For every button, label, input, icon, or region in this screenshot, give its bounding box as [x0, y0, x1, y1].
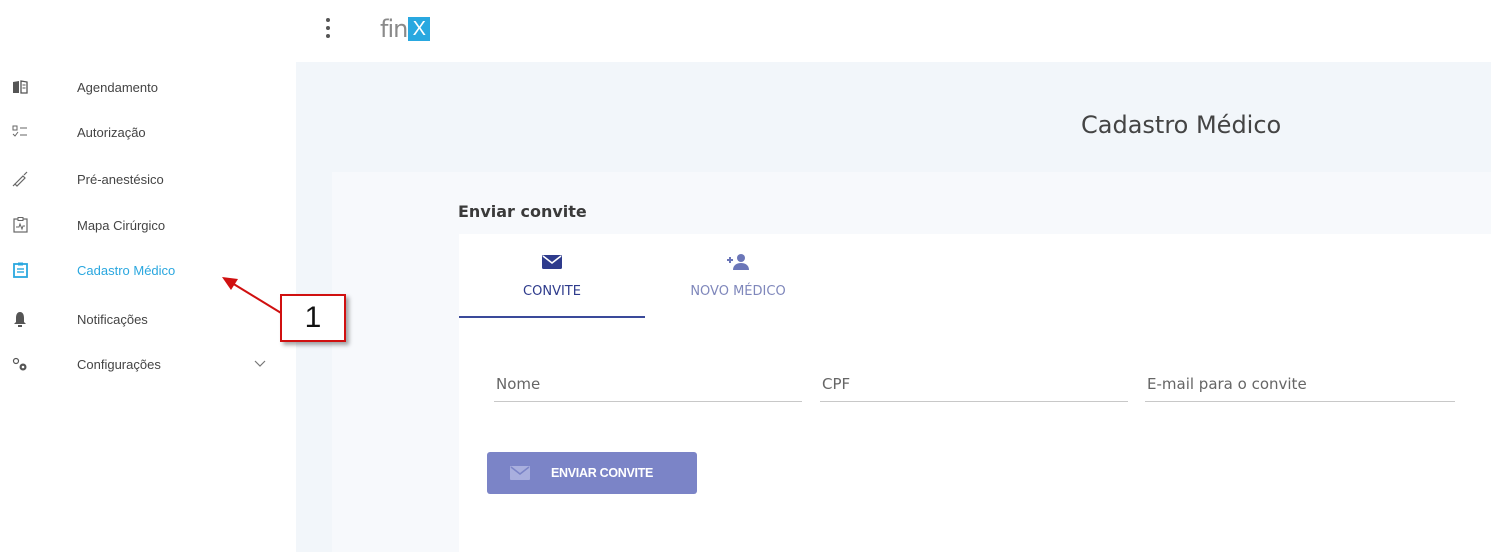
tab-novo-medico[interactable]: NOVO MÉDICO: [645, 234, 831, 318]
sidebar-item-notificacoes[interactable]: Notificações: [0, 299, 296, 339]
tab-convite[interactable]: CONVITE: [459, 234, 645, 318]
invite-card: CONVITE NOVO MÉDICO ENVIAR CONVITE: [459, 234, 1491, 552]
sidebar-item-label: Configurações: [77, 356, 161, 372]
sidebar-item-label: Mapa Cirúrgico: [77, 217, 166, 233]
send-invite-label: ENVIAR CONVITE: [551, 466, 654, 480]
cpf-input[interactable]: [820, 368, 1128, 400]
sidebar-item-label: Autorização: [77, 124, 146, 140]
syringe-icon: [9, 168, 31, 190]
add-person-icon: [726, 250, 750, 274]
gears-icon: [9, 353, 31, 375]
annotation-number: 1: [304, 301, 322, 334]
tab-label: NOVO MÉDICO: [690, 284, 786, 299]
sidebar-item-label: Notificações: [77, 311, 148, 327]
page-title: Cadastro Médico: [1081, 111, 1282, 139]
more-menu-icon[interactable]: [318, 16, 338, 40]
bell-icon: [9, 308, 31, 330]
logo[interactable]: fin X: [380, 14, 431, 44]
sidebar-item-label: Pré-anestésico: [77, 171, 164, 187]
annotation-callout: 1: [280, 294, 346, 342]
section-title: Enviar convite: [458, 202, 587, 221]
checklist-icon: [9, 121, 31, 143]
logo-mark: X: [408, 17, 431, 41]
sidebar-item-label: Agendamento: [77, 79, 158, 95]
mail-icon: [509, 465, 531, 481]
logo-text: fin: [380, 15, 408, 43]
nome-field-wrapper: [494, 368, 802, 402]
sidebar-item-mapa-cirurgico[interactable]: Mapa Cirúrgico: [0, 205, 296, 245]
tab-label: CONVITE: [523, 284, 581, 299]
sidebar-item-cadastro-medico[interactable]: Cadastro Médico: [0, 250, 296, 290]
sidebar: Agendamento Autorização Pré-anestésico M…: [0, 62, 296, 552]
book-icon: [9, 76, 31, 98]
sidebar-item-label: Cadastro Médico: [77, 262, 176, 278]
mail-icon: [541, 250, 563, 274]
email-field-wrapper: [1145, 368, 1455, 402]
email-input[interactable]: [1145, 368, 1455, 400]
sidebar-item-pre-anestesico[interactable]: Pré-anestésico: [0, 159, 296, 199]
top-bar: fin X: [0, 0, 1491, 62]
chevron-down-icon[interactable]: [254, 355, 266, 373]
nome-input[interactable]: [494, 368, 802, 400]
main-content: Cadastro Médico Enviar convite CONVITE N…: [296, 62, 1491, 552]
monitor-chart-icon: [9, 214, 31, 236]
sidebar-item-agendamento[interactable]: Agendamento: [0, 67, 296, 107]
clipboard-icon: [9, 259, 31, 281]
sidebar-item-configuracoes[interactable]: Configurações: [0, 344, 296, 384]
cpf-field-wrapper: [820, 368, 1128, 402]
send-invite-button[interactable]: ENVIAR CONVITE: [487, 452, 697, 494]
sidebar-item-autorizacao[interactable]: Autorização: [0, 112, 296, 152]
